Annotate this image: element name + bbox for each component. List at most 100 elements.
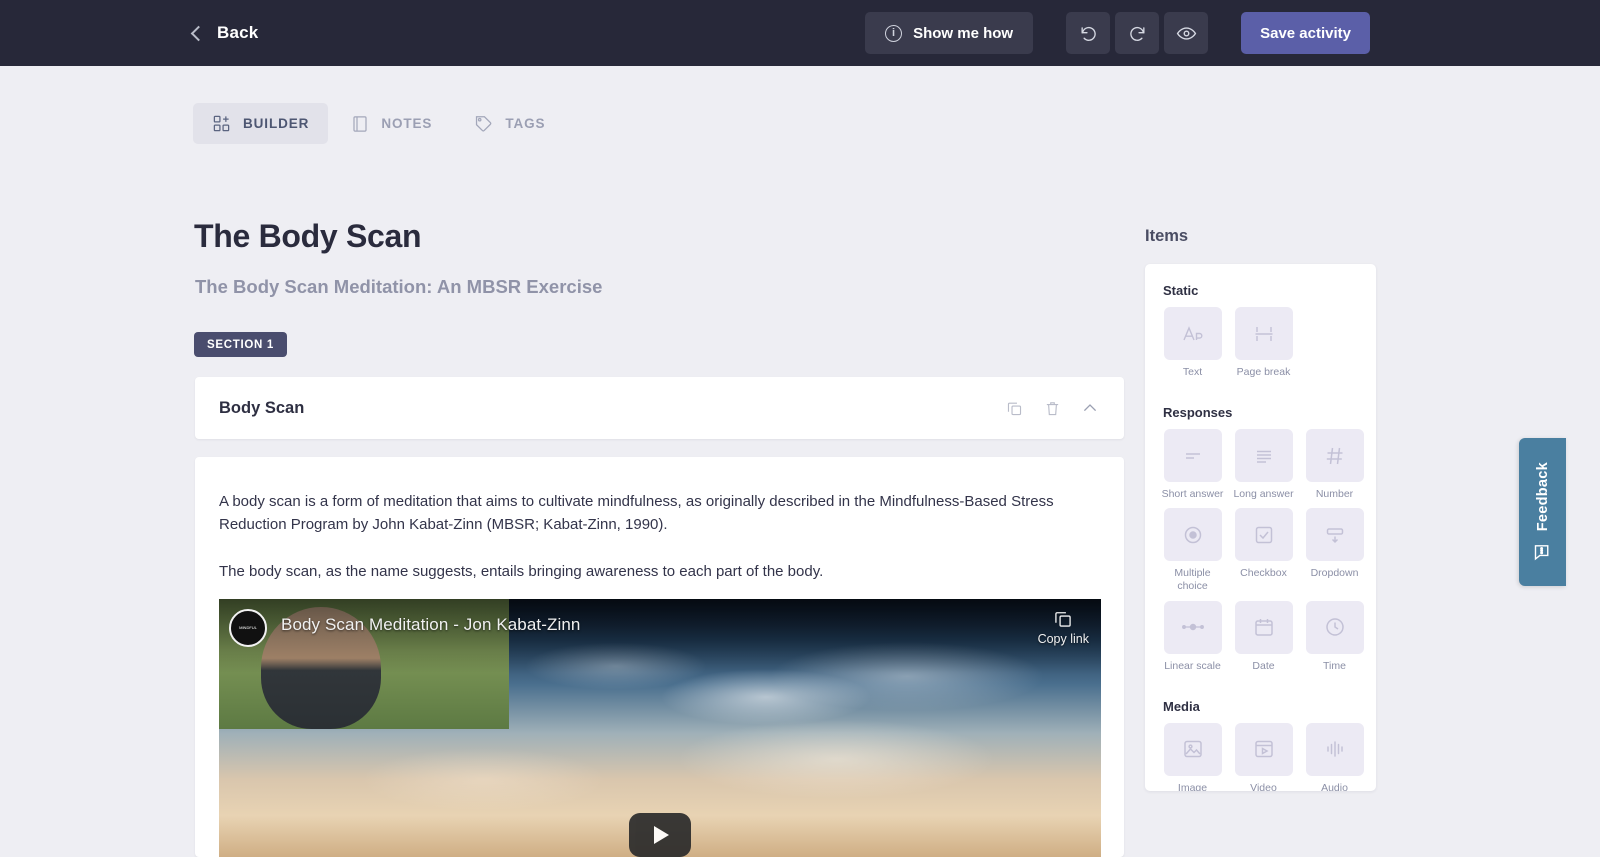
trash-icon [1044, 400, 1061, 417]
item-grid-media: Image Video Audio [1163, 723, 1376, 791]
item-multiple-choice[interactable]: Multiple choice [1163, 508, 1222, 593]
item-tile [1306, 601, 1364, 654]
item-label: Long answer [1232, 488, 1296, 501]
delete-button[interactable] [1041, 397, 1063, 419]
copy-link-button[interactable]: Copy link [1038, 609, 1089, 646]
item-label: Dropdown [1303, 567, 1367, 580]
item-label: Audio [1303, 782, 1367, 791]
item-text[interactable]: Text [1163, 307, 1222, 379]
group-title-static: Static [1163, 283, 1376, 298]
undo-icon [1079, 24, 1098, 43]
show-me-how-button[interactable]: i Show me how [865, 12, 1033, 54]
item-tile [1164, 601, 1222, 654]
item-tile [1306, 508, 1364, 561]
duplicate-button[interactable] [1003, 397, 1025, 419]
item-long-answer[interactable]: Long answer [1234, 429, 1293, 501]
image-icon [1181, 737, 1205, 761]
chevron-up-icon [1081, 399, 1099, 417]
item-label: Linear scale [1161, 660, 1225, 673]
item-tile [1235, 508, 1293, 561]
item-card-title: Body Scan [219, 399, 304, 418]
feedback-bubble-icon [1532, 541, 1553, 562]
undo-button[interactable] [1066, 12, 1110, 54]
feedback-label: Feedback [1535, 462, 1551, 531]
builder-icon [212, 114, 231, 133]
item-label: Number [1303, 488, 1367, 501]
play-icon [654, 826, 669, 844]
item-label: Text [1161, 366, 1225, 379]
item-label: Video [1232, 782, 1296, 791]
calendar-icon [1252, 615, 1276, 639]
show-me-how-label: Show me how [913, 25, 1013, 42]
tab-builder-label: BUILDER [243, 116, 309, 131]
item-tile [1235, 307, 1293, 360]
body-paragraph-2: The body scan, as the name suggests, ent… [219, 560, 1100, 583]
clock-icon [1323, 615, 1347, 639]
section-badge: SECTION 1 [194, 332, 287, 357]
page-break-icon [1252, 322, 1276, 346]
page-subtitle: The Body Scan Meditation: An MBSR Exerci… [195, 276, 602, 298]
item-image[interactable]: Image [1163, 723, 1222, 791]
video-overlay [219, 599, 1101, 673]
tab-tags-label: TAGS [505, 116, 545, 131]
group-title-responses: Responses [1163, 405, 1376, 420]
tab-notes-label: NOTES [381, 116, 432, 131]
linear-scale-icon [1180, 615, 1206, 639]
back-button[interactable]: Back [193, 23, 258, 43]
item-tile [1164, 723, 1222, 776]
main-content: BUILDER NOTES TAGS The Body Scan The Bod… [0, 66, 1600, 791]
item-page-break[interactable]: Page break [1234, 307, 1293, 379]
play-button[interactable] [629, 813, 691, 857]
back-label: Back [217, 23, 258, 43]
item-date[interactable]: Date [1234, 601, 1293, 673]
preview-button[interactable] [1164, 12, 1208, 54]
dropdown-icon [1323, 523, 1347, 547]
item-label: Short answer [1161, 488, 1225, 501]
item-label: Image [1161, 782, 1225, 791]
hash-icon [1323, 444, 1347, 468]
item-short-answer[interactable]: Short answer [1163, 429, 1222, 501]
notes-icon [351, 115, 369, 133]
item-label: Checkbox [1232, 567, 1296, 580]
video-embed[interactable]: MINDFUL Body Scan Meditation - Jon Kabat… [219, 599, 1101, 857]
body-paragraph-1: A body scan is a form of meditation that… [219, 457, 1100, 537]
tab-notes[interactable]: NOTES [332, 103, 451, 144]
item-dropdown[interactable]: Dropdown [1305, 508, 1364, 593]
tab-bar: BUILDER NOTES TAGS [193, 103, 564, 144]
duplicate-icon [1006, 400, 1023, 417]
item-tile [1235, 723, 1293, 776]
tab-tags[interactable]: TAGS [455, 103, 564, 144]
items-panel: Static Text Page break Responses [1145, 264, 1376, 791]
info-icon: i [885, 25, 902, 42]
text-aa-icon [1181, 322, 1205, 346]
item-card-actions [1003, 397, 1101, 419]
eye-icon [1176, 23, 1197, 44]
group-title-media: Media [1163, 699, 1376, 714]
item-label: Date [1232, 660, 1296, 673]
radio-icon [1181, 523, 1205, 547]
history-button-group [1066, 12, 1208, 54]
item-tile [1306, 429, 1364, 482]
checkbox-icon [1252, 523, 1276, 547]
top-toolbar: Back i Show me how [0, 0, 1600, 66]
item-audio[interactable]: Audio [1305, 723, 1364, 791]
item-checkbox[interactable]: Checkbox [1234, 508, 1293, 593]
feedback-tab[interactable]: Feedback [1519, 438, 1566, 586]
item-card-header: Body Scan [195, 377, 1124, 439]
item-card-body: A body scan is a form of meditation that… [195, 457, 1124, 857]
item-tile [1306, 723, 1364, 776]
item-linear-scale[interactable]: Linear scale [1163, 601, 1222, 673]
item-time[interactable]: Time [1305, 601, 1364, 673]
tab-builder[interactable]: BUILDER [193, 103, 328, 144]
collapse-button[interactable] [1079, 397, 1101, 419]
save-activity-button[interactable]: Save activity [1241, 12, 1370, 54]
copy-icon [1053, 609, 1073, 629]
copy-link-label: Copy link [1038, 632, 1089, 646]
item-tile [1235, 429, 1293, 482]
item-tile [1235, 601, 1293, 654]
item-grid-responses: Short answer Long answer Number [1163, 429, 1376, 680]
item-number[interactable]: Number [1305, 429, 1364, 501]
item-video[interactable]: Video [1234, 723, 1293, 791]
redo-button[interactable] [1115, 12, 1159, 54]
channel-avatar: MINDFUL [229, 609, 267, 647]
